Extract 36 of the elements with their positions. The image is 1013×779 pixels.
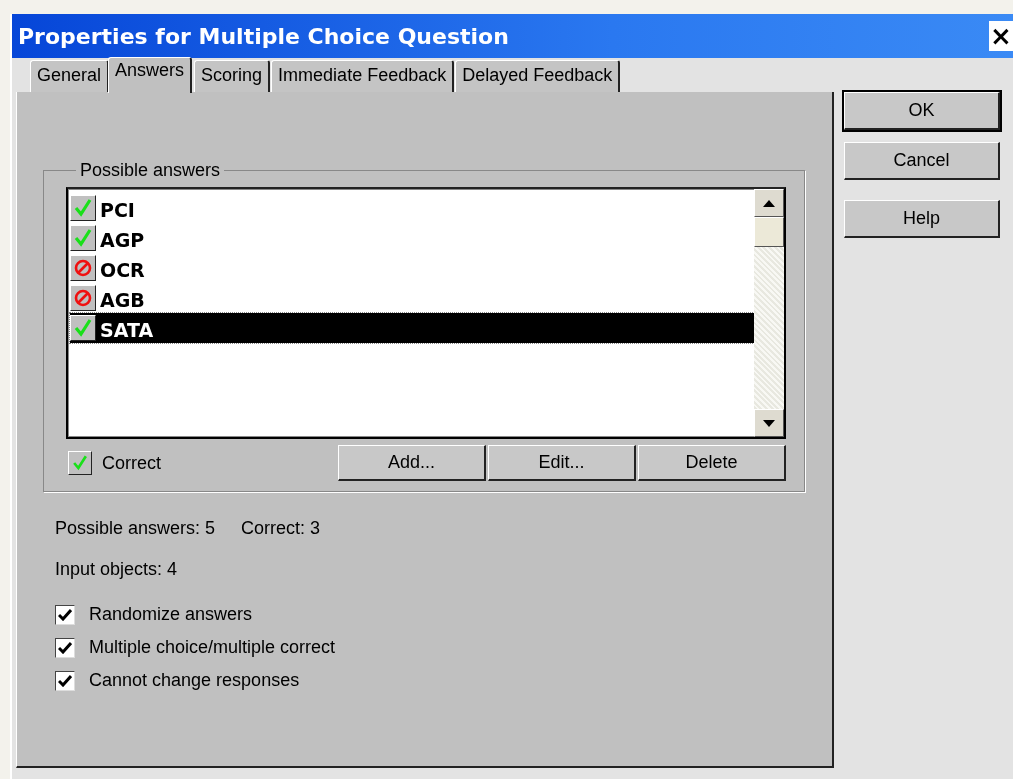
scrollbar[interactable] bbox=[754, 189, 784, 437]
help-button[interactable]: Help bbox=[844, 200, 1000, 238]
down-arrow-icon bbox=[763, 419, 775, 427]
checkbox[interactable] bbox=[55, 670, 75, 691]
answer-item[interactable]: AGP bbox=[70, 223, 754, 253]
checkbox[interactable] bbox=[55, 604, 75, 625]
tab[interactable]: Answers bbox=[108, 57, 193, 93]
ok-button[interactable]: OK bbox=[844, 92, 1000, 130]
answer-item[interactable]: PCI bbox=[70, 193, 754, 223]
answer-item[interactable]: SATA bbox=[70, 313, 754, 343]
checkbox-label: Correct bbox=[102, 452, 161, 474]
checkbox-label: Multiple choice/multiple correct bbox=[89, 637, 336, 658]
input-objects-count: Input objects: 4 bbox=[55, 559, 179, 580]
scroll-up-button[interactable] bbox=[754, 189, 784, 217]
answer-item[interactable]: OCR bbox=[70, 253, 754, 283]
window-title: Properties for Multiple Choice Question bbox=[18, 23, 510, 49]
scroll-down-button[interactable] bbox=[754, 409, 784, 437]
checkbox-label: Randomize answers bbox=[89, 604, 253, 625]
tab[interactable]: Immediate Feedback bbox=[271, 60, 455, 92]
answer-item[interactable]: AGB bbox=[70, 283, 754, 313]
correct-count: Correct: 3 bbox=[241, 518, 321, 539]
check-icon[interactable] bbox=[68, 451, 92, 475]
tab[interactable]: Delayed Feedback bbox=[455, 60, 621, 92]
tab[interactable]: Scoring bbox=[194, 60, 271, 92]
add-button[interactable]: Add... bbox=[338, 445, 486, 481]
tab[interactable]: General bbox=[30, 60, 110, 92]
scroll-thumb[interactable] bbox=[754, 217, 784, 247]
cancel-button[interactable]: Cancel bbox=[844, 142, 1000, 180]
checkbox-label: Cannot change responses bbox=[89, 670, 300, 691]
close-button[interactable]: × bbox=[989, 21, 1013, 51]
group-title: Possible answers bbox=[79, 160, 222, 181]
answer-count: Possible answers: 5 bbox=[55, 518, 216, 539]
up-arrow-icon bbox=[763, 199, 775, 207]
checkbox[interactable] bbox=[55, 637, 75, 658]
delete-button[interactable]: Delete bbox=[638, 445, 786, 481]
edit-button[interactable]: Edit... bbox=[488, 445, 636, 481]
